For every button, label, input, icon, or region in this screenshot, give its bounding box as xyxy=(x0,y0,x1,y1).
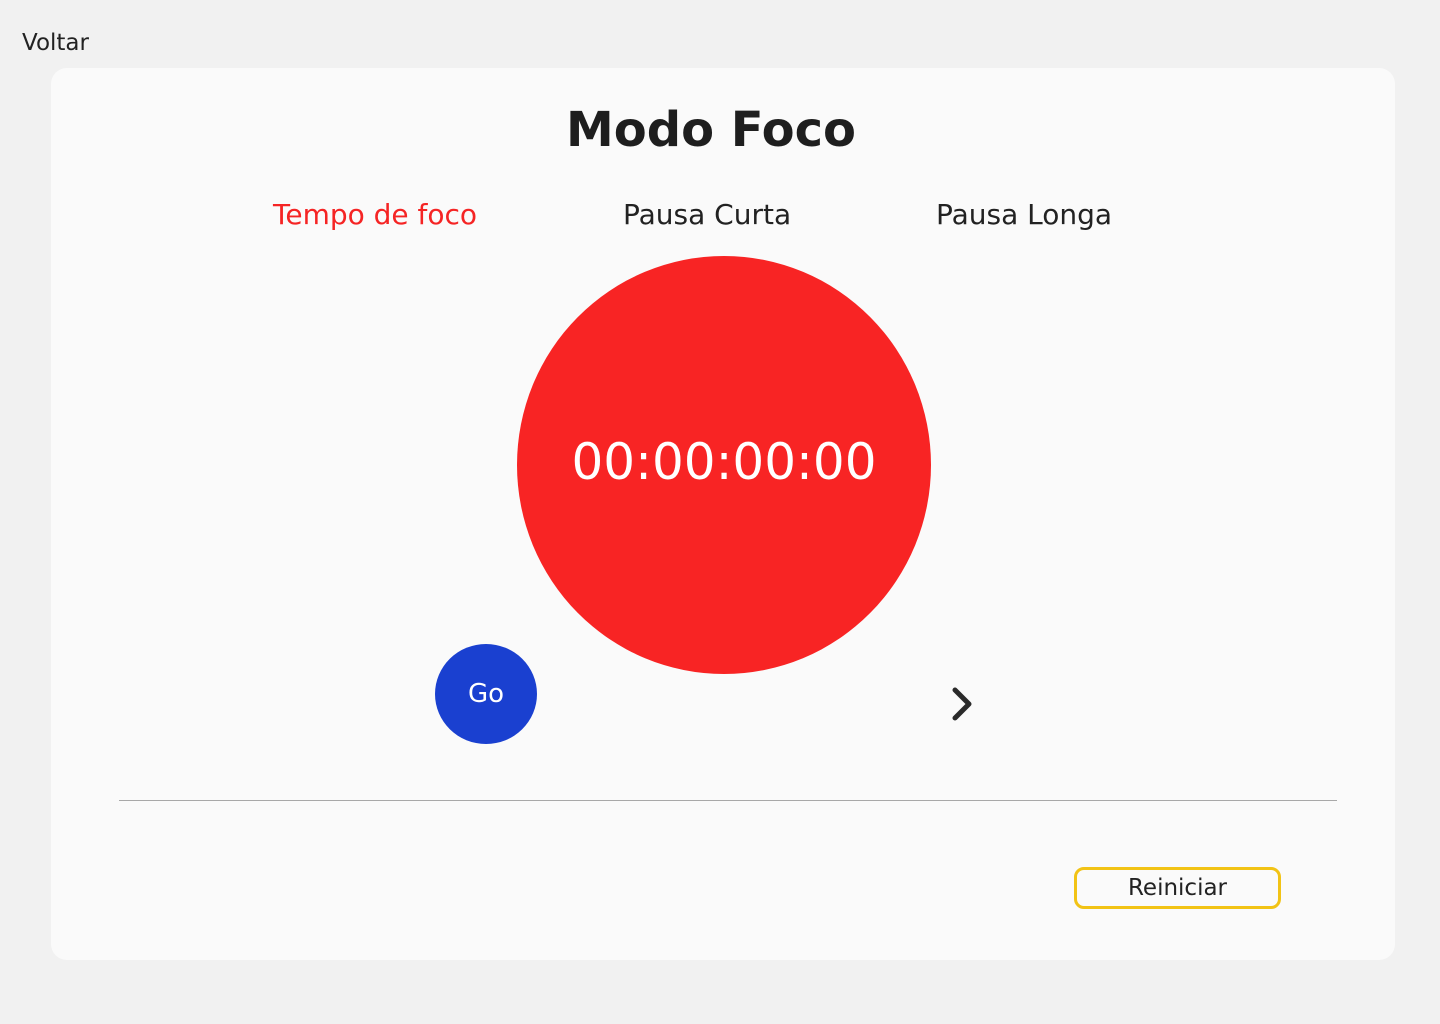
focus-card: Modo Foco Tempo de foco Pausa Curta Paus… xyxy=(51,68,1395,960)
reset-button[interactable]: Reiniciar xyxy=(1074,867,1281,909)
tab-long-break[interactable]: Pausa Longa xyxy=(936,196,1112,234)
chevron-right-icon xyxy=(952,687,972,721)
back-link[interactable]: Voltar xyxy=(22,28,89,58)
timer-display: 00:00:00:00 xyxy=(571,433,877,491)
timer-circle: 00:00:00:00 xyxy=(517,256,931,674)
divider xyxy=(119,800,1337,801)
go-button[interactable]: Go xyxy=(435,644,537,744)
tab-focus-time[interactable]: Tempo de foco xyxy=(273,196,477,234)
next-button[interactable] xyxy=(939,680,983,728)
tab-short-break[interactable]: Pausa Curta xyxy=(623,196,791,234)
page-title: Modo Foco xyxy=(565,102,857,158)
